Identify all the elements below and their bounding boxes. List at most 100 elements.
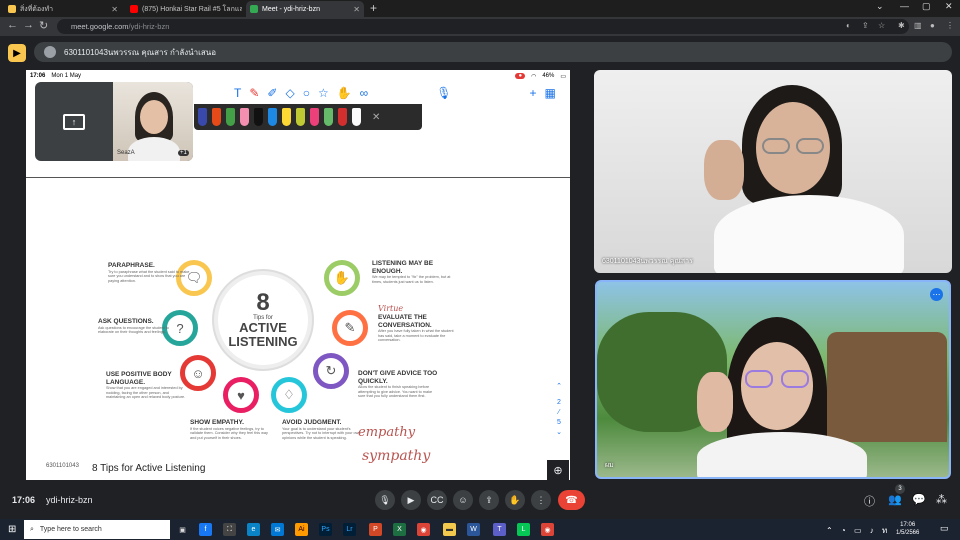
captions-button[interactable]: CC [427, 490, 447, 510]
lasso-icon[interactable]: ○ [303, 86, 310, 100]
more-options-button[interactable]: ⋮ [531, 490, 551, 510]
camera-permission-icon[interactable]: ◐ [846, 21, 851, 30]
hand-tool-icon[interactable]: ✋ [337, 86, 352, 100]
participant-count: 3 [895, 484, 905, 494]
activities-icon[interactable]: ⁂ [936, 493, 947, 506]
more-options-icon[interactable]: ⋯ [930, 288, 943, 301]
participant-tile-1[interactable]: 6301101043นพวรรณ คุณสาร [594, 70, 952, 273]
pip-count: +1 [178, 150, 189, 156]
person-shirt [128, 137, 180, 161]
pen-orange[interactable] [212, 108, 221, 126]
end-call-button[interactable]: ☎ [558, 490, 585, 510]
profile-avatar-icon[interactable]: ● [930, 21, 935, 30]
zoom-icon[interactable]: ⊕ [547, 460, 569, 480]
facebook-icon[interactable]: f [199, 523, 212, 536]
tab-todo[interactable]: สิ่งที่ต้องทำ ✕ [4, 1, 122, 17]
url-field[interactable]: meet.google.com/ydi-hriz-bzn [57, 19, 909, 34]
new-tab-button[interactable]: + [370, 1, 377, 15]
photoshop-icon[interactable]: Ps [319, 523, 332, 536]
maximize-icon[interactable]: ▢ [922, 1, 931, 12]
people-icon[interactable]: 👥 [888, 493, 902, 506]
tip-ask-questions: ASK QUESTIONS. Ask questions to encourag… [98, 318, 180, 335]
pen-white[interactable] [352, 108, 361, 126]
word-icon[interactable]: W [467, 523, 480, 536]
self-view-pip[interactable]: ↑ SeazA +1 [35, 82, 193, 161]
file-explorer-icon[interactable]: ▬ [443, 523, 456, 536]
pen-pink[interactable] [240, 108, 249, 126]
page-down-icon[interactable]: ⌄ [550, 428, 568, 438]
shapes-icon[interactable]: ☆ [318, 86, 329, 100]
lightroom-icon[interactable]: Lr [343, 523, 356, 536]
tab-search-icon[interactable]: ⌄ [876, 1, 884, 12]
pen-green[interactable] [226, 108, 235, 126]
line-icon[interactable]: L [517, 523, 530, 536]
windows-start-icon[interactable]: ⊞ [8, 524, 16, 535]
chrome-active-icon[interactable]: ◉ [541, 523, 554, 536]
pen-tool-icon[interactable]: ✎ [249, 86, 259, 100]
meeting-info-icon[interactable]: ⓘ [864, 493, 875, 509]
eraser-icon[interactable]: ◇ [285, 86, 294, 100]
notifications-icon[interactable]: ▭ [940, 523, 949, 534]
close-icon[interactable]: ✕ [353, 5, 360, 14]
microphone-button[interactable]: 🎙 [375, 490, 395, 510]
text-tool-icon[interactable]: T [234, 86, 241, 100]
screen-share-tile: ↑ [35, 82, 113, 161]
camera-button[interactable]: ▶ [401, 490, 421, 510]
tab-meet[interactable]: Meet - ydi-hriz-bzn ✕ [246, 1, 364, 17]
sidebar-icon[interactable]: ▥ [914, 21, 922, 30]
powerpoint-icon[interactable]: P [369, 523, 382, 536]
share-icon[interactable]: ⇪ [862, 21, 869, 30]
center-title: ACTIVE LISTENING [228, 320, 298, 349]
edge-icon[interactable]: e [247, 523, 260, 536]
close-palette-icon[interactable]: ✕ [372, 112, 380, 123]
presenter-banner: 6301101043นพวรรณ คุณสาร กำลังนำเสนอ [34, 42, 952, 62]
illustrator-icon[interactable]: Ai [295, 523, 308, 536]
pages-icon[interactable]: ▦ [544, 86, 555, 100]
highlighter-icon[interactable]: ✐ [267, 86, 277, 100]
window-close-icon[interactable]: ✕ [945, 1, 953, 12]
peace-hand [704, 140, 744, 200]
tip-dont-give-advice: DON'T GIVE ADVICE TOO QUICKLY. Allow the… [358, 370, 440, 399]
system-tray-icons[interactable]: ⌃ ◔ ▭ ♪ ท [826, 524, 890, 537]
store-icon[interactable]: ⛶ [223, 523, 236, 536]
add-icon[interactable]: + [529, 86, 536, 100]
pen-red[interactable] [338, 108, 347, 126]
teams-icon[interactable]: T [493, 523, 506, 536]
link-tool-icon[interactable]: ∞ [360, 86, 369, 100]
microphone-icon[interactable]: 🎙 [436, 86, 451, 100]
tip-body: We may be tempted to "fix" the problem, … [372, 275, 451, 284]
tip-body: Show that you are engaged and interested… [106, 386, 186, 400]
mail-icon[interactable]: ✉ [271, 523, 284, 536]
pen-lime[interactable] [296, 108, 305, 126]
extensions-icon[interactable]: ✱ [898, 21, 905, 30]
present-button[interactable]: ⇪ [479, 490, 499, 510]
glasses-right [796, 138, 824, 154]
page-up-icon[interactable]: ⌃ [550, 382, 568, 392]
menu-kebab-icon[interactable]: ⋮ [946, 21, 954, 30]
taskbar-search[interactable]: ⌕ Type here to search [24, 520, 170, 539]
pen-lightgreen[interactable] [324, 108, 333, 126]
participant-tile-2[interactable]: ⋯ ผม [595, 280, 951, 479]
taskbar-clock[interactable]: 17:06 1/5/2566 [896, 521, 919, 537]
close-icon[interactable]: ✕ [111, 5, 118, 14]
emoji-button[interactable]: ☺ [453, 490, 473, 510]
pen-magenta[interactable] [310, 108, 319, 126]
chat-icon[interactable]: 💬 [912, 493, 926, 506]
page-navigator: ⌃ 2 ⁄ 5 ⌄ [550, 382, 568, 438]
raise-hand-button[interactable]: ✋ [505, 490, 525, 510]
minimize-icon[interactable]: — [900, 1, 909, 11]
tab-youtube[interactable]: (875) Honkai Star Rail #5 โลกแลกเปลี่ยน.… [126, 1, 242, 17]
pen-yellow[interactable] [282, 108, 291, 126]
forward-icon[interactable]: → [23, 19, 34, 31]
task-view-icon[interactable]: ▣ [176, 523, 189, 536]
pip-name: SeazA [117, 150, 135, 156]
pen-blue[interactable] [268, 108, 277, 126]
excel-icon[interactable]: X [393, 523, 406, 536]
pen-navy[interactable] [198, 108, 207, 126]
reload-icon[interactable]: ↻ [39, 19, 48, 32]
glasses-right [781, 370, 809, 388]
chrome-icon[interactable]: ◉ [417, 523, 430, 536]
bookmark-star-icon[interactable]: ☆ [878, 21, 885, 30]
back-icon[interactable]: ← [7, 19, 18, 31]
pen-black[interactable] [254, 108, 263, 126]
